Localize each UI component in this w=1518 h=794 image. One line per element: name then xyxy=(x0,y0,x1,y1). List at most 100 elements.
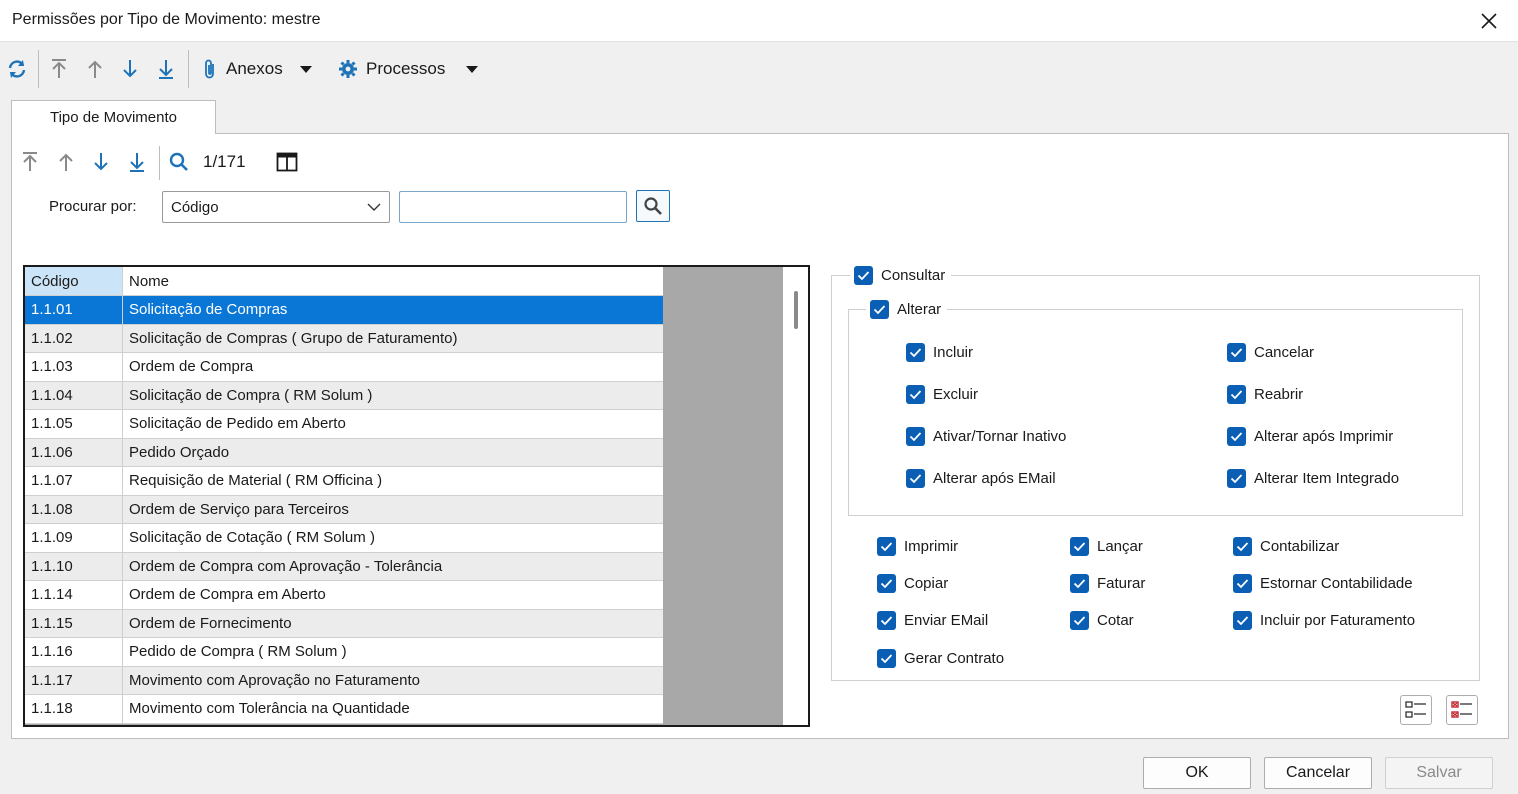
cell-codigo: 1.1.18 xyxy=(25,695,123,723)
checkbox-alterar[interactable]: Alterar xyxy=(866,300,948,319)
scrollbar-thumb[interactable] xyxy=(794,291,798,329)
table-row[interactable]: 1.1.03 Ordem de Compra xyxy=(25,353,663,382)
toolbar-separator xyxy=(159,146,160,180)
next-record-icon[interactable] xyxy=(117,56,143,82)
next-record-icon[interactable] xyxy=(89,150,113,174)
search-input[interactable] xyxy=(399,191,627,223)
previous-record-icon[interactable] xyxy=(54,150,78,174)
column-header-nome[interactable]: Nome xyxy=(123,267,663,295)
first-record-icon[interactable] xyxy=(46,56,72,82)
checkbox-checked-icon xyxy=(854,266,873,285)
anexos-button[interactable]: Anexos xyxy=(202,54,313,84)
cell-nome: Solicitação de Pedido em Aberto xyxy=(129,415,346,433)
checkbox-permission-item[interactable]: Estornar Contabilidade xyxy=(1233,574,1413,593)
checkbox-alterar-item[interactable]: Excluir xyxy=(906,385,978,404)
deselect-all-button[interactable] xyxy=(1446,695,1478,725)
checkbox-permission-item[interactable]: Faturar xyxy=(1070,574,1145,593)
checkbox-checked-icon xyxy=(877,574,896,593)
table-row[interactable]: 1.1.18 Movimento com Tolerância na Quanti… xyxy=(25,695,663,724)
checkbox-consultar[interactable]: Consultar xyxy=(850,266,952,285)
last-record-icon[interactable] xyxy=(153,56,179,82)
previous-record-icon[interactable] xyxy=(82,56,108,82)
cell-nome: Movimento com Aprovação no Faturamento xyxy=(129,671,420,689)
cell-codigo: 1.1.16 xyxy=(25,638,123,666)
toolbar-separator xyxy=(38,50,39,88)
cell-codigo: 1.1.03 xyxy=(25,353,123,381)
checkbox-alterar-item[interactable]: Ativar/Tornar Inativo xyxy=(906,427,1066,446)
save-button[interactable]: Salvar xyxy=(1385,757,1493,789)
checkbox-label: Imprimir xyxy=(904,538,959,555)
checkbox-permission-item[interactable]: Imprimir xyxy=(877,537,958,556)
close-icon[interactable] xyxy=(1474,6,1504,36)
checkbox-permission-item[interactable]: Gerar Contrato xyxy=(877,649,1004,668)
processos-button[interactable]: Processos xyxy=(338,54,479,84)
columns-icon[interactable] xyxy=(275,150,299,174)
vertical-scrollbar[interactable] xyxy=(783,267,808,725)
checkbox-checked-icon xyxy=(1227,385,1246,404)
checkbox-label: Estornar Contabilidade xyxy=(1260,575,1413,592)
checkbox-checked-icon xyxy=(1233,611,1252,630)
cell-codigo: 1.1.06 xyxy=(25,438,123,466)
ok-button[interactable]: OK xyxy=(1143,757,1251,789)
table-row[interactable]: 1.1.10 Ordem de Compra com Aprovação - To… xyxy=(25,552,663,581)
checkbox-permission-item[interactable]: Cotar xyxy=(1070,611,1134,630)
search-field-select[interactable]: Código xyxy=(162,191,390,223)
cancel-button[interactable]: Cancelar xyxy=(1264,757,1372,789)
chevron-down-icon xyxy=(367,203,381,211)
first-record-icon[interactable] xyxy=(18,150,42,174)
cell-codigo: 1.1.10 xyxy=(25,552,123,580)
checkbox-permission-item[interactable]: Enviar EMail xyxy=(877,611,988,630)
checkbox-label: Contabilizar xyxy=(1260,538,1340,555)
table-row[interactable]: 1.1.02 Solicitação de Compras ( Grupo de … xyxy=(25,324,663,353)
checkbox-alterar-item[interactable]: Cancelar xyxy=(1227,343,1314,362)
checkbox-checked-icon xyxy=(906,343,925,362)
checkbox-checked-icon xyxy=(906,385,925,404)
search-button[interactable] xyxy=(636,190,670,222)
checkbox-checked-icon xyxy=(1233,574,1252,593)
checkbox-permission-item[interactable]: Lançar xyxy=(1070,537,1143,556)
search-icon[interactable] xyxy=(167,150,191,174)
table-row[interactable]: 1.1.16 Pedido de Compra ( RM Solum ) xyxy=(25,638,663,667)
last-record-icon[interactable] xyxy=(125,150,149,174)
table-row[interactable]: 1.1.17 Movimento com Aprovação no Faturam… xyxy=(25,666,663,695)
table-row[interactable]: 1.1.14 Ordem de Compra em Aberto xyxy=(25,581,663,610)
processos-label: Processos xyxy=(366,59,446,78)
search-icon xyxy=(644,197,662,215)
table-row[interactable]: 1.1.06 Pedido Orçado xyxy=(25,438,663,467)
tab-tipo-de-movimento[interactable]: Tipo de Movimento xyxy=(11,100,216,134)
checkbox-permission-item[interactable]: Copiar xyxy=(877,574,948,593)
checkbox-alterar-item[interactable]: Alterar Item Integrado xyxy=(1227,469,1399,488)
checkbox-checked-icon xyxy=(1227,343,1246,362)
table-row[interactable]: 1.1.15 Ordem de Fornecimento xyxy=(25,609,663,638)
checkbox-alterar-item[interactable]: Reabrir xyxy=(1227,385,1303,404)
checkbox-checked-icon xyxy=(877,649,896,668)
checkbox-permission-item[interactable]: Incluir por Faturamento xyxy=(1233,611,1415,630)
cell-nome: Requisição de Material ( RM Officina ) xyxy=(129,472,383,490)
uncheck-list-icon xyxy=(1451,701,1472,718)
table-row[interactable]: 1.1.07 Requisição de Material ( RM Offici… xyxy=(25,467,663,496)
checkbox-label: Enviar EMail xyxy=(904,612,989,629)
checkbox-permission-item[interactable]: Contabilizar xyxy=(1233,537,1339,556)
table-row[interactable]: 1.1.09 Solicitação de Cotação ( RM Solum … xyxy=(25,524,663,553)
checkbox-checked-icon xyxy=(1233,537,1252,556)
checkbox-label: Alterar Item Integrado xyxy=(1254,470,1400,487)
refresh-icon[interactable] xyxy=(4,56,30,82)
table-row[interactable]: 1.1.05 Solicitação de Pedido em Aberto xyxy=(25,410,663,439)
select-all-button[interactable] xyxy=(1400,695,1432,725)
toolbar-separator xyxy=(188,50,189,88)
checkbox-checked-icon xyxy=(1227,469,1246,488)
title-bar: Permissões por Tipo de Movimento: mestre xyxy=(0,0,1518,42)
checkbox-label: Ativar/Tornar Inativo xyxy=(933,428,1067,445)
table-row[interactable]: 1.1.08 Ordem de Serviço para Terceiros xyxy=(25,495,663,524)
checkbox-alterar-item[interactable]: Alterar após EMail xyxy=(906,469,1056,488)
cell-nome: Ordem de Compra em Aberto xyxy=(129,586,326,604)
table-row[interactable]: 1.1.04 Solicitação de Compra ( RM Solum ) xyxy=(25,381,663,410)
checkbox-label: Copiar xyxy=(904,575,949,592)
checkbox-alterar-item[interactable]: Incluir xyxy=(906,343,973,362)
anexos-label: Anexos xyxy=(226,59,283,78)
column-header-codigo[interactable]: Código xyxy=(25,267,123,295)
cell-nome: Solicitação de Compras xyxy=(129,301,288,319)
checkbox-alterar-item[interactable]: Alterar após Imprimir xyxy=(1227,427,1393,446)
table-row[interactable]: 1.1.01 Solicitação de Compras xyxy=(25,296,663,325)
cell-nome: Solicitação de Compra ( RM Solum ) xyxy=(129,386,373,404)
